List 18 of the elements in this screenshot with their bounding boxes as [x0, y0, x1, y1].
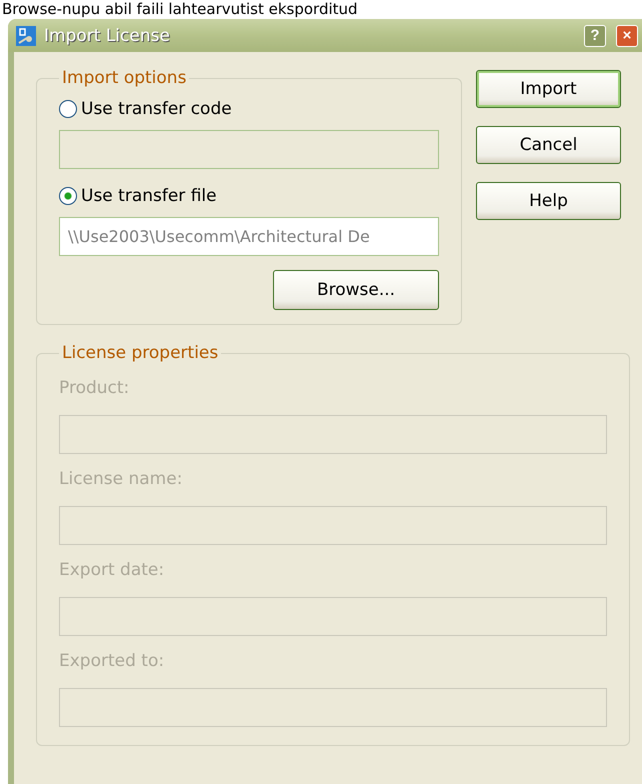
- text-field[interactable]: \\Use2003\Usecomm\Architectural De: [59, 217, 439, 256]
- group-title: Import options: [61, 68, 188, 88]
- window-title: Import License: [44, 26, 170, 46]
- field-label: Product:: [59, 377, 130, 400]
- close-button[interactable]: ×: [616, 24, 638, 46]
- group-title: License properties: [61, 343, 220, 363]
- text-field[interactable]: [59, 130, 439, 169]
- radio-option[interactable]: Use transfer file: [59, 179, 439, 213]
- radio-option[interactable]: Use transfer code: [59, 92, 439, 126]
- field-label: License name:: [59, 468, 184, 491]
- dialog-button[interactable]: Cancel: [476, 126, 621, 164]
- field-label: Export date:: [59, 559, 166, 582]
- caption-text: Browse-nupu abil faili lahtearvutist eksporditud: [1, 0, 359, 19]
- browse-button[interactable]: Browse...: [273, 270, 439, 310]
- field-label: Exported to:: [59, 650, 166, 673]
- dialog-button[interactable]: Help: [476, 182, 621, 220]
- key-app-icon: [16, 26, 36, 46]
- dialog-button[interactable]: Import: [476, 70, 621, 108]
